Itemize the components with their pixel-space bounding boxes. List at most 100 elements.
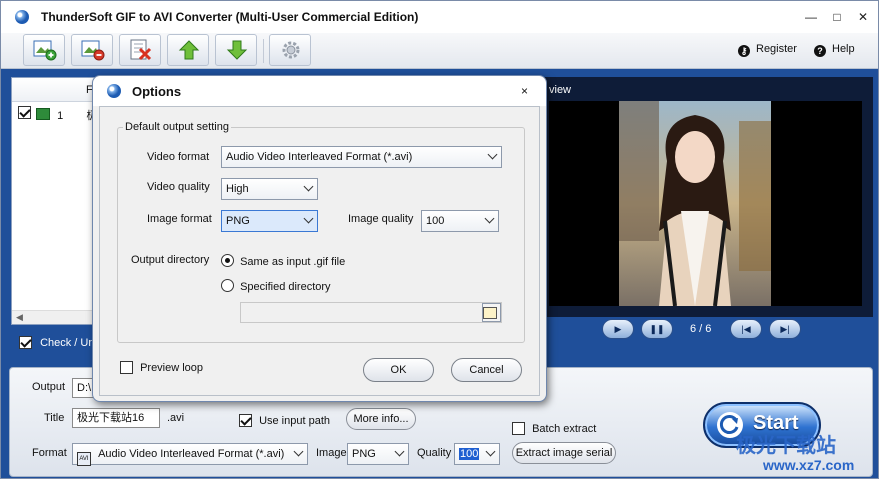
check-all-label: Check / Unc	[40, 337, 100, 349]
play-button[interactable]: ▶	[602, 319, 634, 339]
video-quality-label: Video quality	[147, 181, 210, 193]
video-format-value: Audio Video Interleaved Format (*.avi)	[226, 151, 413, 163]
first-frame-button[interactable]: |◀	[730, 319, 762, 339]
chevron-down-icon	[484, 213, 495, 224]
close-button[interactable]: ✕	[853, 7, 873, 27]
dialog-close-button[interactable]: ×	[521, 84, 528, 98]
same-as-input-radio[interactable]	[221, 254, 234, 267]
video-format-label: Video format	[147, 151, 210, 163]
move-up-button[interactable]	[167, 34, 209, 66]
preview-image	[619, 101, 771, 306]
image-quality-value: 100	[426, 215, 445, 227]
same-as-input-label: Same as input .gif file	[240, 256, 346, 268]
chevron-down-icon	[303, 181, 314, 192]
image-quality-select[interactable]: 100	[421, 210, 499, 232]
skip-back-icon: |◀	[741, 324, 751, 334]
use-input-path-label: Use input path	[259, 415, 330, 427]
specified-directory-input[interactable]	[240, 302, 502, 323]
title-bar: ThunderSoft GIF to AVI Converter (Multi-…	[1, 1, 878, 33]
browse-folder-button[interactable]	[482, 303, 501, 322]
preview-loop-option[interactable]: Preview loop	[120, 361, 203, 374]
cancel-button[interactable]: Cancel	[451, 358, 522, 382]
ok-button[interactable]: OK	[363, 358, 434, 382]
chevron-down-icon	[293, 446, 304, 457]
register-link[interactable]: ⚷ Register	[738, 43, 797, 57]
specified-directory-option[interactable]: Specified directory	[221, 279, 331, 293]
format-label: Format	[32, 447, 67, 459]
watermark-text: 极光下载站	[736, 435, 836, 457]
format-select-value: Audio Video Interleaved Format (*.avi)	[98, 448, 285, 460]
image-format-value: PNG	[352, 448, 376, 460]
help-icon: ?	[814, 45, 826, 57]
title-extension: .avi	[167, 412, 185, 424]
batch-extract-option[interactable]: Batch extract	[512, 422, 596, 435]
same-as-input-option[interactable]: Same as input .gif file	[221, 254, 345, 268]
image-label: Image	[316, 447, 347, 459]
image-format-dialog-value: PNG	[226, 215, 250, 227]
quality-label: Quality	[417, 447, 452, 459]
remove-file-button[interactable]	[71, 34, 113, 66]
help-link[interactable]: ? Help	[814, 43, 855, 57]
play-icon: ▶	[614, 324, 622, 334]
image-quality-label: Image quality	[348, 213, 414, 225]
preview-loop-label: Preview loop	[140, 362, 204, 374]
gif-file-icon	[36, 108, 51, 120]
chevron-down-icon	[487, 149, 498, 160]
batch-extract-label: Batch extract	[532, 423, 597, 435]
quality-select[interactable]: 100	[454, 443, 500, 465]
minimize-button[interactable]: —	[801, 7, 821, 27]
move-down-button[interactable]	[215, 34, 257, 66]
check-all-toggle[interactable]: Check / Unc	[19, 336, 100, 349]
move-up-icon	[178, 40, 200, 60]
file-row[interactable]: 1 极	[18, 106, 97, 123]
specified-directory-label: Specified directory	[240, 281, 331, 293]
use-input-path-option[interactable]: Use input path	[239, 414, 330, 427]
quality-value: 100	[459, 448, 480, 460]
maximize-button[interactable]: □	[827, 7, 847, 27]
remove-file-icon	[81, 40, 105, 61]
pause-button[interactable]: ❚❚	[641, 319, 673, 339]
clear-list-icon	[130, 39, 152, 61]
dialog-title-bar: Options ×	[93, 76, 546, 106]
last-frame-button[interactable]: ▶|	[769, 319, 801, 339]
key-icon: ⚷	[738, 45, 750, 57]
use-input-path-checkbox[interactable]	[239, 414, 252, 427]
group-legend: Default output setting	[123, 121, 231, 133]
extract-image-serial-button[interactable]: Extract image serial	[512, 442, 616, 464]
register-label: Register	[756, 43, 797, 55]
title-label: Title	[44, 412, 65, 424]
dialog-title: Options	[132, 84, 182, 99]
move-down-icon	[226, 40, 248, 60]
toolbar: ⚷ Register ? Help	[1, 33, 878, 69]
output-label: Output	[32, 381, 66, 393]
title-input[interactable]: 极光下载站16	[72, 408, 160, 428]
more-info-button[interactable]: More info...	[346, 408, 416, 430]
preview-loop-checkbox[interactable]	[120, 361, 133, 374]
avi-format-icon: AVI	[77, 452, 91, 466]
settings-button[interactable]	[269, 34, 311, 66]
scroll-left-icon[interactable]: ◀	[16, 312, 23, 323]
output-directory-label: Output directory	[131, 254, 210, 266]
video-quality-value: High	[226, 183, 249, 195]
add-file-icon	[33, 40, 57, 61]
file-row-index: 1	[57, 110, 64, 122]
batch-extract-checkbox[interactable]	[512, 422, 525, 435]
skip-forward-icon: ▶|	[780, 324, 790, 334]
format-select[interactable]: AVI Audio Video Interleaved Format (*.av…	[72, 443, 308, 466]
watermark-url: www.xz7.com	[763, 457, 855, 473]
image-format-label: Image format	[147, 213, 212, 225]
specified-directory-radio[interactable]	[221, 279, 234, 292]
add-file-button[interactable]	[23, 34, 65, 66]
file-row-checkbox[interactable]	[18, 106, 31, 119]
image-format-select[interactable]: PNG	[347, 443, 409, 465]
check-all-checkbox[interactable]	[19, 336, 32, 349]
image-format-dialog-select[interactable]: PNG	[221, 210, 318, 232]
video-quality-select[interactable]: High	[221, 178, 318, 200]
frame-counter: 6 / 6	[690, 323, 712, 335]
pause-icon: ❚❚	[649, 324, 665, 334]
video-format-select[interactable]: Audio Video Interleaved Format (*.avi)	[221, 146, 502, 168]
dialog-app-icon	[107, 84, 121, 98]
help-label: Help	[832, 43, 855, 55]
clear-list-button[interactable]	[119, 34, 161, 66]
app-logo-icon	[15, 10, 29, 24]
